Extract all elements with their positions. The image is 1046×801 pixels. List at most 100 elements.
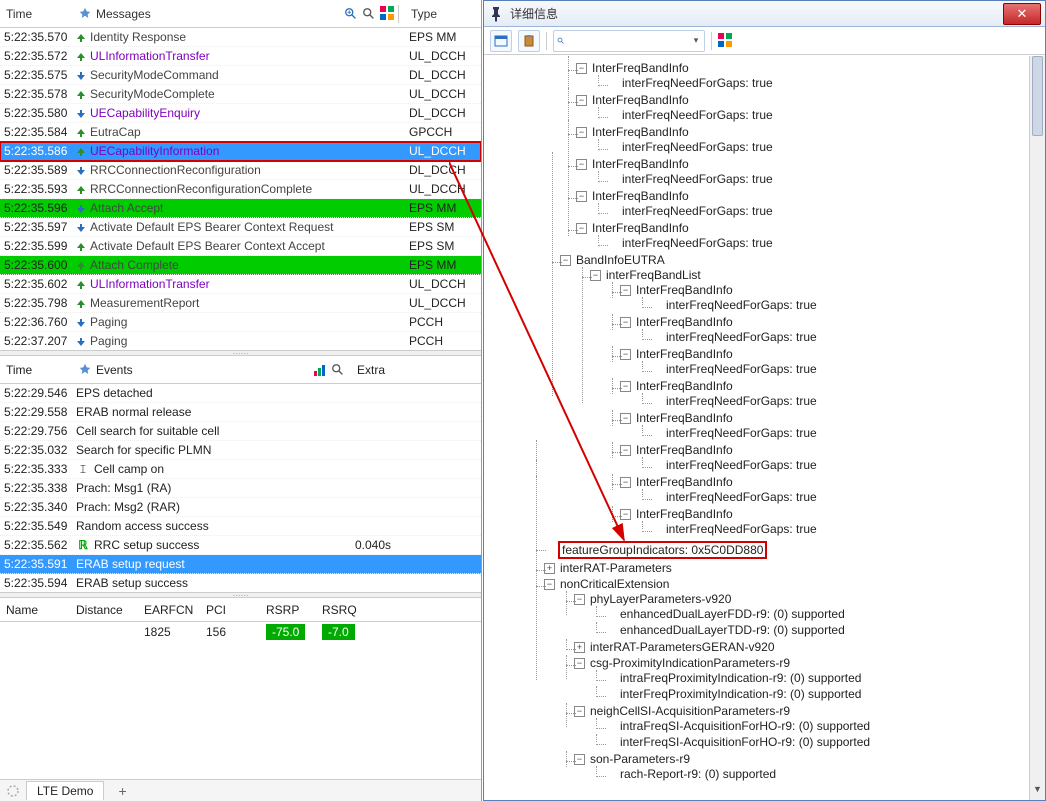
search-icon[interactable] [331, 363, 345, 377]
event-row[interactable]: 5:22:29.558ERAB normal release [0, 403, 481, 422]
tree-node[interactable]: interFreqNeedForGaps: true [652, 489, 1041, 505]
col-earfcn[interactable]: EARFCN [138, 601, 200, 619]
col-type-hdr[interactable]: Type [405, 5, 481, 23]
collapse-icon[interactable] [620, 477, 631, 488]
collapse-icon[interactable] [620, 381, 631, 392]
event-row[interactable]: 5:22:35.562ℝRRC setup success0.040s [0, 536, 481, 555]
tree-node[interactable]: son-Parameters-r9rach-Report-r9: (0) sup… [576, 751, 1041, 783]
message-row[interactable]: 5:22:35.600Attach CompleteEPS MM [0, 256, 481, 275]
collapse-icon[interactable] [576, 223, 587, 234]
tree-node[interactable]: intraFreqSI-AcquisitionForHO-r9: (0) sup… [606, 718, 1041, 734]
tree-node[interactable]: InterFreqBandInfointerFreqNeedForGaps: t… [622, 314, 1041, 346]
collapse-icon[interactable] [620, 285, 631, 296]
event-row[interactable]: 5:22:35.338Prach: Msg1 (RA) [0, 479, 481, 498]
collapse-icon[interactable] [576, 127, 587, 138]
grid-icon[interactable] [380, 7, 394, 21]
collapse-icon[interactable] [576, 95, 587, 106]
event-row[interactable]: 5:22:35.333𝙸Cell camp on [0, 460, 481, 479]
col-time-hdr[interactable]: Time [0, 363, 72, 377]
tree-node[interactable]: InterFreqBandInfointerFreqNeedForGaps: t… [622, 346, 1041, 378]
tree-node[interactable]: interFreqNeedForGaps: true [608, 171, 1041, 187]
close-button[interactable]: ✕ [1003, 3, 1041, 25]
tree-node[interactable]: interRAT-Parameters [546, 560, 1041, 576]
col-events-hdr[interactable]: Events [72, 363, 351, 377]
collapse-icon[interactable] [590, 270, 601, 281]
tree-node[interactable]: interFreqProximityIndication-r9: (0) sup… [606, 686, 1041, 702]
col-time-hdr[interactable]: Time [0, 5, 72, 23]
tree-node[interactable]: csg-ProximityIndicationParameters-r9intr… [576, 655, 1041, 703]
tree-node[interactable]: InterFreqBandInfointerFreqNeedForGaps: t… [622, 474, 1041, 506]
tree-node[interactable]: InterFreqBandInfointerFreqNeedForGaps: t… [578, 220, 1041, 252]
message-row[interactable]: 5:22:35.589RRCConnectionReconfigurationD… [0, 161, 481, 180]
expand-icon[interactable] [544, 563, 555, 574]
collapse-icon[interactable] [576, 159, 587, 170]
col-dist[interactable]: Distance [70, 601, 138, 619]
tree-node[interactable]: interFreqNeedForGaps: true [608, 139, 1041, 155]
tree-node[interactable]: rach-Report-r9: (0) supported [606, 766, 1041, 782]
tree-node[interactable]: InterFreqBandInfointerFreqNeedForGaps: t… [622, 442, 1041, 474]
tree-node[interactable]: featureGroupIndicators: 0x5C0DD880 [546, 540, 1041, 560]
tree-node[interactable]: interFreqNeedForGaps: true [652, 425, 1041, 441]
tree-node[interactable]: interFreqNeedForGaps: true [652, 393, 1041, 409]
event-row[interactable]: 5:22:35.032Search for specific PLMN [0, 441, 481, 460]
tree-node[interactable]: InterFreqBandInfointerFreqNeedForGaps: t… [622, 410, 1041, 442]
messages-list[interactable]: 5:22:35.570Identity ResponseEPS MM5:22:3… [0, 28, 481, 350]
message-row[interactable]: 5:22:35.570Identity ResponseEPS MM [0, 28, 481, 47]
message-row[interactable]: 5:22:35.580UECapabilityEnquiryDL_DCCH [0, 104, 481, 123]
chevron-down-icon[interactable]: ▾ [688, 35, 704, 46]
message-row[interactable]: 5:22:37.207PagingPCCH [0, 332, 481, 350]
chart-icon[interactable] [313, 363, 327, 377]
tree-node[interactable]: interFreqNeedForGaps: true [652, 457, 1041, 473]
message-row[interactable]: 5:22:35.596Attach AcceptEPS MM [0, 199, 481, 218]
events-list[interactable]: 5:22:29.546EPS detached5:22:29.558ERAB n… [0, 384, 481, 592]
message-row[interactable]: 5:22:35.599Activate Default EPS Bearer C… [0, 237, 481, 256]
tree-node[interactable]: interFreqNeedForGaps: true [608, 235, 1041, 251]
col-pci[interactable]: PCI [200, 601, 260, 619]
col-rsrp[interactable]: RSRP [260, 601, 316, 619]
message-row[interactable]: 5:22:35.575SecurityModeCommandDL_DCCH [0, 66, 481, 85]
zoom-in-icon[interactable] [344, 7, 358, 21]
event-row[interactable]: 5:22:29.756Cell search for suitable cell [0, 422, 481, 441]
tree-node[interactable]: BandInfoEUTRAinterFreqBandListInterFreqB… [562, 252, 1041, 540]
message-row[interactable]: 5:22:35.572ULInformationTransferUL_DCCH [0, 47, 481, 66]
collapse-icon[interactable] [574, 706, 585, 717]
tree-node[interactable]: phyLayerParameters-v920enhancedDualLayer… [576, 591, 1041, 639]
cell-row[interactable]: 1825156-75.0-7.0 [0, 622, 481, 642]
collapse-icon[interactable] [560, 255, 571, 266]
clipboard-icon[interactable] [518, 30, 540, 52]
tree-node[interactable]: interFreqNeedForGaps: true [652, 521, 1041, 537]
collapse-icon[interactable] [620, 317, 631, 328]
expand-icon[interactable] [574, 642, 585, 653]
col-extra-hdr[interactable]: Extra [351, 363, 481, 377]
collapse-icon[interactable] [620, 509, 631, 520]
tree-node[interactable]: InterFreqBandInfointerFreqNeedForGaps: t… [622, 378, 1041, 410]
tree-node[interactable]: InterFreqBandInfointerFreqNeedForGaps: t… [578, 124, 1041, 156]
col-messages-hdr[interactable]: Messages [72, 3, 405, 25]
scroll-down-icon[interactable]: ▼ [1030, 784, 1045, 800]
collapse-icon[interactable] [576, 63, 587, 74]
cells-list[interactable]: 1825156-75.0-7.0 [0, 622, 481, 642]
tree-node[interactable]: interFreqNeedForGaps: true [608, 203, 1041, 219]
scrollbar-thumb[interactable] [1032, 56, 1043, 136]
event-row[interactable]: 5:22:35.549Random access success [0, 517, 481, 536]
search-box[interactable]: ▾ [553, 30, 705, 52]
collapse-icon[interactable] [576, 191, 587, 202]
tree-node[interactable]: enhancedDualLayerTDD-r9: (0) supported [606, 622, 1041, 638]
tree-node[interactable]: enhancedDualLayerFDD-r9: (0) supported [606, 606, 1041, 622]
collapse-icon[interactable] [574, 594, 585, 605]
message-row[interactable]: 5:22:35.798MeasurementReportUL_DCCH [0, 294, 481, 313]
message-row[interactable]: 5:22:35.593RRCConnectionReconfigurationC… [0, 180, 481, 199]
collapse-icon[interactable] [574, 658, 585, 669]
collapse-icon[interactable] [620, 413, 631, 424]
tree-node[interactable]: InterFreqBandInfointerFreqNeedForGaps: t… [578, 188, 1041, 220]
message-row[interactable]: 5:22:35.602ULInformationTransferUL_DCCH [0, 275, 481, 294]
search-icon[interactable] [362, 7, 376, 21]
message-row[interactable]: 5:22:35.584EutraCapGPCCH [0, 123, 481, 142]
collapse-icon[interactable] [620, 349, 631, 360]
tree-node[interactable]: interFreqBandListInterFreqBandInfointerF… [592, 267, 1041, 539]
tree-node[interactable]: interFreqNeedForGaps: true [608, 107, 1041, 123]
message-row[interactable]: 5:22:35.578SecurityModeCompleteUL_DCCH [0, 85, 481, 104]
tree-node[interactable]: interFreqSI-AcquisitionForHO-r9: (0) sup… [606, 734, 1041, 750]
details-titlebar[interactable]: 详细信息 ✕ [484, 1, 1045, 27]
message-row[interactable]: 5:22:36.760PagingPCCH [0, 313, 481, 332]
